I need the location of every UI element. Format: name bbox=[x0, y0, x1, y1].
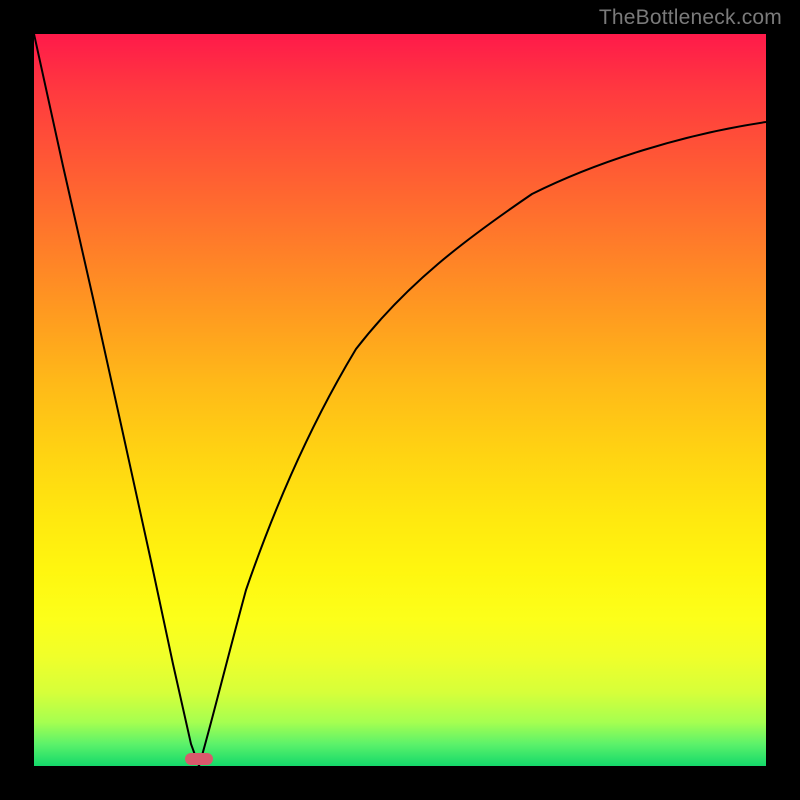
curve-right-branch bbox=[199, 122, 766, 766]
watermark-text: TheBottleneck.com bbox=[599, 6, 782, 30]
plot-area bbox=[34, 34, 766, 766]
curve-layer bbox=[34, 34, 766, 766]
chart-frame: TheBottleneck.com bbox=[0, 0, 800, 800]
min-marker bbox=[185, 753, 213, 765]
curve-left-branch bbox=[34, 34, 199, 766]
